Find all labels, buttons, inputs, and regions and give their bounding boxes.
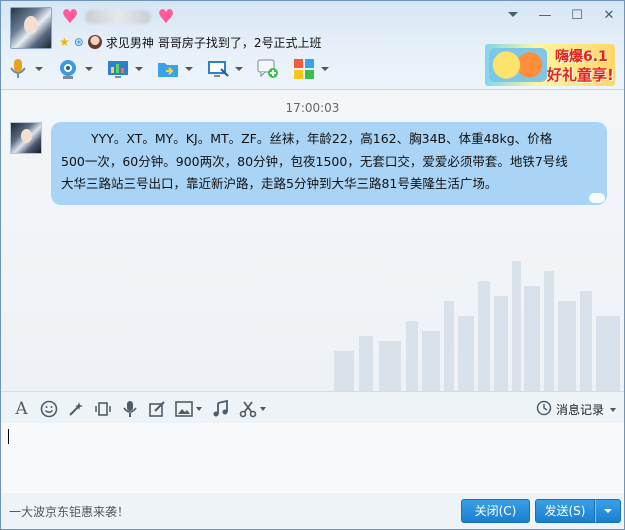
signature-name: 求见男神: [105, 35, 154, 50]
voice-call-button[interactable]: [7, 58, 43, 80]
banner-characters-image: [489, 48, 547, 82]
text-cursor: [8, 429, 9, 444]
camera-icon: [57, 58, 79, 80]
send-file-button[interactable]: [157, 58, 193, 80]
video-call-button[interactable]: [57, 58, 93, 80]
message-line: 500一次，60分钟。900两次，80分钟，包夜1500，无套口交，爱爱必须带套…: [61, 153, 568, 169]
apps-button[interactable]: [293, 58, 329, 80]
bottom-bar: 一大波京东钜惠来袭！ 关闭(C) 发送(S): [1, 493, 624, 529]
screen-icon: [107, 58, 129, 80]
message-bubble[interactable]: YYY。XT。MY。KJ。MT。ZF。丝袜，年龄22，高162、胸34B、体重4…: [51, 122, 607, 205]
maximize-button[interactable]: ☐: [568, 7, 586, 25]
signature-avatar-icon: [87, 35, 102, 49]
chat-add-icon: [257, 58, 279, 80]
banner-line1: 嗨爆6.1: [555, 49, 608, 65]
music-icon[interactable]: [210, 398, 231, 419]
promo-banner[interactable]: 嗨爆6.1 好礼童享!: [485, 44, 615, 86]
folder-icon: [157, 58, 179, 80]
contact-avatar[interactable]: [10, 7, 52, 49]
heart-icon: ♥: [157, 6, 175, 28]
new-group-chat-button[interactable]: [257, 58, 279, 80]
qzone-icon[interactable]: ⊛: [74, 35, 84, 49]
history-label: 消息记录: [555, 403, 604, 417]
chevron-down-icon[interactable]: [85, 67, 93, 71]
bubble-cloud-icon: [589, 193, 605, 203]
remote-desktop-button[interactable]: [107, 58, 143, 80]
message-line: 大华三路站三号出口，靠近新沪路，走路5分钟到大华三路81号美隆生活广场。: [61, 176, 498, 191]
message-line: YYY。XT。MY。KJ。MT。ZF。丝袜，年龄22，高162、胸34B、体重4…: [91, 131, 553, 146]
input-toolbar: A 消息记录: [1, 391, 624, 423]
star-icon: ★: [59, 35, 70, 49]
nickname-row: ♥ ♥: [59, 5, 177, 29]
chevron-down-icon[interactable]: [185, 67, 193, 71]
doodle-icon[interactable]: [146, 398, 167, 419]
promo-link[interactable]: 一大波京东钜惠来袭！: [9, 503, 129, 520]
chevron-down-icon[interactable]: [260, 406, 266, 411]
chevron-down-icon[interactable]: [321, 67, 329, 71]
monitor-icon: [207, 58, 229, 80]
close-button[interactable]: 关闭(C): [461, 499, 530, 523]
apps-grid-icon: [293, 58, 315, 80]
chat-header: ♥ ♥ ★ ⊛ 求见男神 哥哥房子找到了，2号正式上班 — ☐ ✕ 嗨爆6.1 …: [1, 1, 624, 89]
microphone-icon: [7, 58, 29, 80]
banner-line2: 好礼童享!: [547, 66, 614, 84]
vibrate-icon[interactable]: [92, 398, 113, 419]
dropdown-chevron-icon[interactable]: [504, 7, 522, 25]
message-timestamp: 17:00:03: [285, 101, 340, 115]
clock-icon: [536, 400, 552, 419]
signature-text: 哥哥房子找到了，2号正式上班: [157, 35, 322, 50]
message-input[interactable]: [1, 423, 624, 493]
chat-window: ♥ ♥ ★ ⊛ 求见男神 哥哥房子找到了，2号正式上班 — ☐ ✕ 嗨爆6.1 …: [0, 0, 625, 530]
signature-row: ★ ⊛ 求见男神 哥哥房子找到了，2号正式上班: [59, 33, 321, 51]
voice-message-icon[interactable]: [119, 398, 140, 419]
emoji-icon[interactable]: [38, 398, 59, 419]
chevron-down-icon[interactable]: [135, 67, 143, 71]
chevron-down-icon[interactable]: [235, 67, 243, 71]
minimize-button[interactable]: —: [536, 7, 554, 25]
message-history-button[interactable]: 消息记录: [536, 400, 618, 419]
chevron-down-icon: [610, 407, 616, 412]
magic-wand-icon[interactable]: [65, 398, 86, 419]
chevron-down-icon: [604, 509, 612, 513]
skyline-background-image: [334, 261, 620, 391]
send-button[interactable]: 发送(S): [535, 499, 595, 523]
heart-icon: ♥: [61, 6, 79, 28]
window-controls: — ☐ ✕: [504, 7, 618, 25]
chevron-down-icon[interactable]: [196, 406, 202, 411]
close-window-button[interactable]: ✕: [600, 7, 618, 25]
chat-toolbar: [7, 57, 343, 81]
font-icon[interactable]: A: [11, 398, 32, 419]
sender-avatar[interactable]: [10, 122, 42, 154]
send-options-button[interactable]: [595, 499, 621, 523]
message-history[interactable]: 17:00:03 YYY。XT。MY。KJ。MT。ZF。丝袜，年龄22，高162…: [1, 89, 624, 391]
screen-share-button[interactable]: [207, 58, 243, 80]
scissors-icon[interactable]: [237, 398, 258, 419]
image-icon[interactable]: [173, 398, 194, 419]
chevron-down-icon[interactable]: [35, 67, 43, 71]
nickname-blurred[interactable]: [85, 10, 151, 24]
